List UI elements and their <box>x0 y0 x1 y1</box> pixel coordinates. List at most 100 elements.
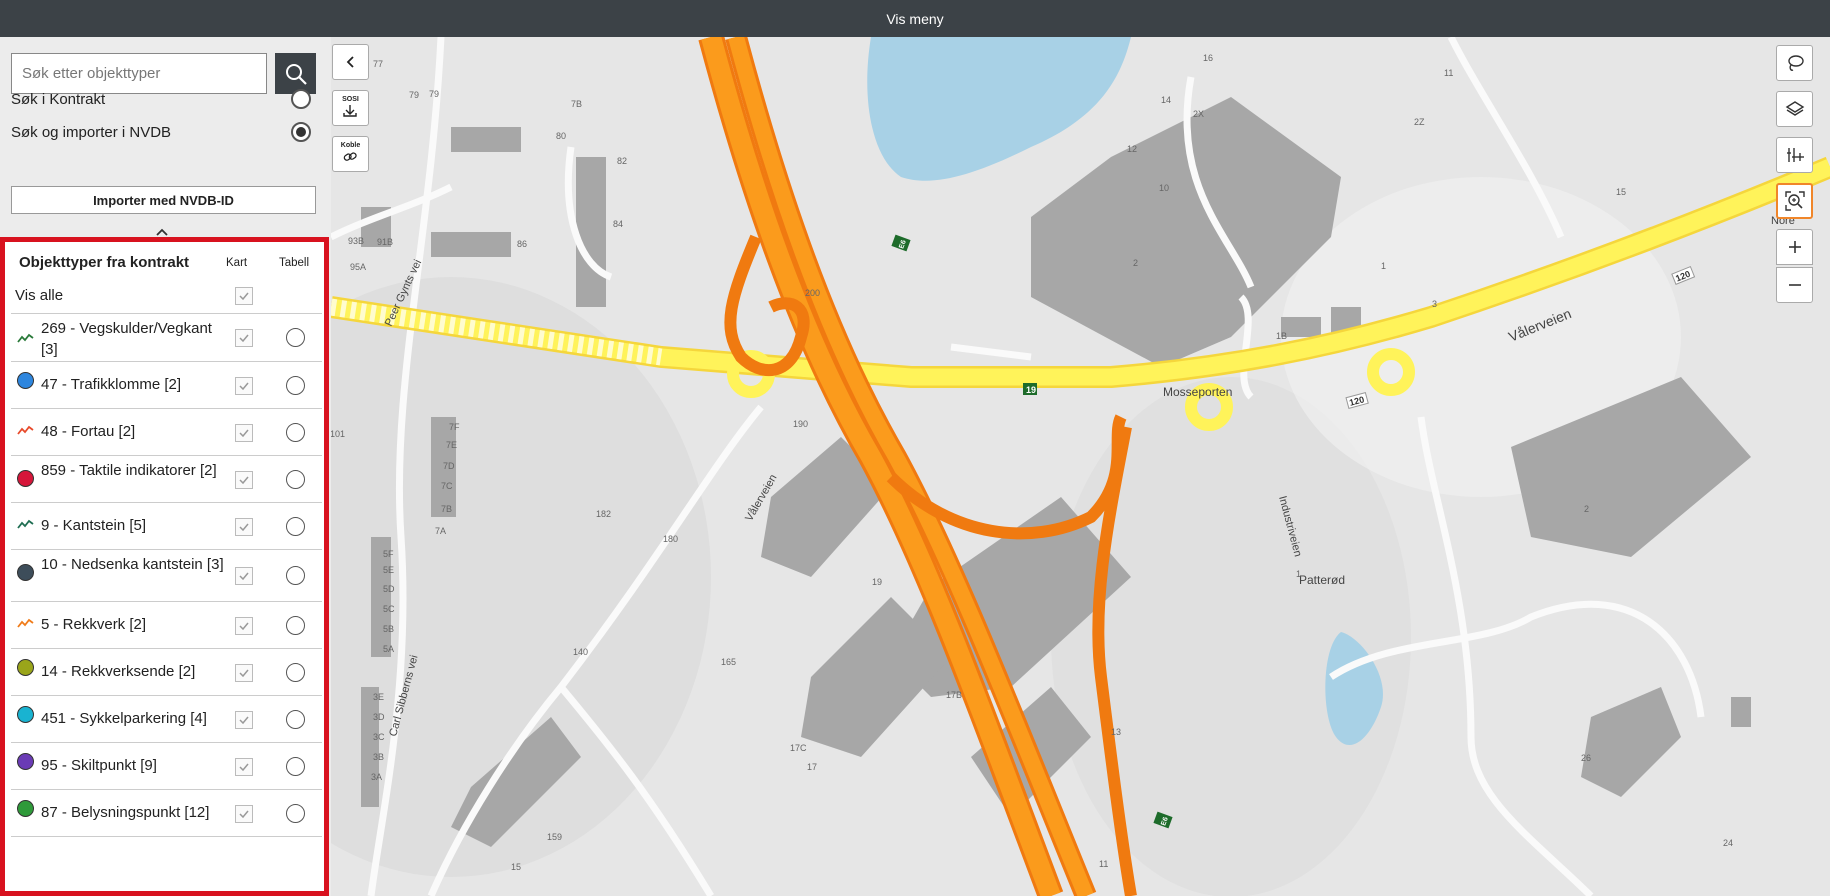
lasso-select-button[interactable] <box>1776 45 1813 81</box>
lasso-icon <box>1787 55 1804 71</box>
chevron-left-icon <box>346 56 354 68</box>
line-symbol-icon <box>17 423 34 440</box>
table-radio[interactable] <box>286 615 305 635</box>
object-type-label: 9 - Kantstein [5] <box>41 517 147 534</box>
shield-19: 19 <box>1026 385 1036 395</box>
map-canvas[interactable]: Vålerveien Industriveien Peer Gynts vei … <box>331 37 1830 896</box>
add-filter-button[interactable] <box>1776 137 1813 173</box>
table-radio[interactable] <box>286 803 305 823</box>
house-number-label: 165 <box>721 657 736 667</box>
house-number-label: 91B <box>377 237 393 247</box>
house-number-label: 7D <box>443 461 455 471</box>
object-type-label: 5 - Rekkverk [2] <box>41 616 147 633</box>
point-symbol-icon <box>17 706 34 723</box>
house-number-label: 3E <box>373 692 384 702</box>
sosi-download-button[interactable]: SOSI <box>332 90 369 126</box>
house-number-label: 5F <box>383 549 394 559</box>
table-radio[interactable] <box>286 756 305 776</box>
search-contract-option[interactable]: Søk i Kontrakt <box>11 89 311 109</box>
map-visibility-checkbox[interactable] <box>235 804 253 823</box>
table-radio[interactable] <box>286 328 305 347</box>
layers-button[interactable] <box>1776 91 1813 127</box>
house-number-label: 79 <box>429 89 439 99</box>
import-nvdb-id-button[interactable]: Importer med NVDB-ID <box>11 186 316 214</box>
object-type-row: 9 - Kantstein [5] <box>11 503 322 550</box>
house-number-label: 12 <box>1127 144 1137 154</box>
map-visibility-checkbox[interactable] <box>235 517 253 536</box>
table-radio[interactable] <box>286 709 305 729</box>
plus-icon <box>1788 241 1801 253</box>
top-menu-bar[interactable]: Vis meny <box>0 0 1830 37</box>
house-number-label: 7E <box>446 440 457 450</box>
table-radio[interactable] <box>286 516 305 536</box>
search-contract-radio[interactable] <box>291 89 311 109</box>
house-number-label: 1 <box>1381 261 1386 271</box>
map-visibility-checkbox[interactable] <box>235 329 253 347</box>
search-button[interactable] <box>275 53 316 94</box>
zoom-in-button[interactable] <box>1776 229 1813 265</box>
house-number-label: 180 <box>663 534 678 544</box>
menu-toggle-label[interactable]: Vis meny <box>886 11 943 27</box>
object-type-row: 48 - Fortau [2] <box>11 409 322 456</box>
object-type-label: 47 - Trafikklomme [2] <box>41 376 182 393</box>
table-radio[interactable] <box>286 375 305 395</box>
search-nvdb-option[interactable]: Søk og importer i NVDB <box>11 122 311 142</box>
koble-label: Koble <box>340 141 361 149</box>
map-visibility-checkbox[interactable] <box>235 567 253 585</box>
map-visibility-checkbox[interactable] <box>235 710 253 729</box>
point-symbol-icon <box>17 372 34 389</box>
house-number-label: 3D <box>373 712 385 722</box>
map-visibility-checkbox[interactable] <box>235 376 253 395</box>
table-radio[interactable] <box>286 469 305 489</box>
house-number-label: 5A <box>383 644 394 654</box>
house-number-label: 3 <box>1432 299 1437 309</box>
house-number-label: 82 <box>617 156 627 166</box>
search-nvdb-radio[interactable] <box>291 122 311 142</box>
line-symbol-icon <box>17 517 34 534</box>
house-number-label: 13 <box>1111 727 1121 737</box>
collapse-sidebar-button[interactable] <box>332 44 369 80</box>
object-type-row: 87 - Belysningspunkt [12] <box>11 790 322 837</box>
column-table-header: Tabell <box>279 257 310 269</box>
house-number-label: 1 <box>1296 569 1301 579</box>
house-number-label: 80 <box>556 131 566 141</box>
show-all-map-checkbox[interactable] <box>235 287 253 305</box>
house-number-label: 15 <box>1616 187 1626 197</box>
map-view[interactable]: Vålerveien Industriveien Peer Gynts vei … <box>331 37 1830 896</box>
house-number-label: 7B <box>441 504 452 514</box>
object-type-label: 14 - Rekkverksende [2] <box>41 663 196 680</box>
house-number-label: 2X <box>1193 109 1204 119</box>
map-visibility-checkbox[interactable] <box>235 470 253 489</box>
house-number-label: 79 <box>409 90 419 100</box>
zoom-out-button[interactable] <box>1776 267 1813 303</box>
house-number-label: 14 <box>1161 95 1171 105</box>
sliders-plus-icon <box>1786 148 1804 162</box>
zoom-extent-icon <box>1784 191 1805 211</box>
table-radio[interactable] <box>286 566 305 585</box>
map-visibility-checkbox[interactable] <box>235 616 253 635</box>
panel-title: Objekttyper fra kontrakt <box>19 254 190 271</box>
koble-button[interactable]: Koble <box>332 136 369 172</box>
table-radio[interactable] <box>286 422 305 442</box>
house-number-label: 17B <box>946 690 962 700</box>
table-radio[interactable] <box>286 662 305 682</box>
line-symbol-icon <box>17 616 34 633</box>
object-type-row: 5 - Rekkverk [2] <box>11 602 322 649</box>
link-icon <box>344 151 358 161</box>
search-contract-label: Søk i Kontrakt <box>11 90 106 108</box>
house-number-label: 159 <box>547 832 562 842</box>
search-input[interactable] <box>11 53 267 94</box>
map-visibility-checkbox[interactable] <box>235 663 253 682</box>
object-type-label: 10 - Nedsenka kantstein [3] <box>41 556 224 573</box>
place-label-patterod: Patterød <box>1299 573 1345 587</box>
search-icon <box>285 63 307 85</box>
house-number-label: 5D <box>383 584 395 594</box>
map-visibility-checkbox[interactable] <box>235 757 253 776</box>
object-types-panel: Objekttyper fra kontrakt Kart Tabell Vis… <box>0 237 329 896</box>
zoom-to-selection-button[interactable] <box>1776 183 1813 219</box>
house-number-label: 190 <box>793 419 808 429</box>
house-number-label: 7C <box>441 481 453 491</box>
house-number-label: 95A <box>350 262 366 272</box>
download-icon <box>343 104 358 117</box>
map-visibility-checkbox[interactable] <box>235 423 253 442</box>
